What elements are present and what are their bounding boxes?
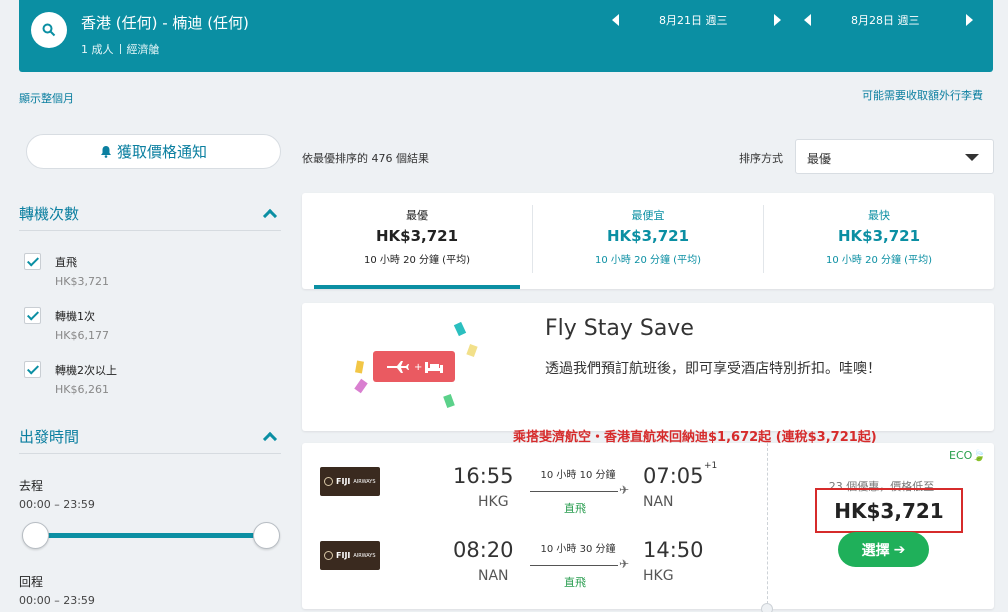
- inbound-stops: 直飛: [564, 576, 586, 589]
- return-next-day-icon[interactable]: [965, 14, 973, 26]
- times-section-title: 出發時間: [19, 428, 80, 446]
- outbound-time-slider-track[interactable]: [35, 533, 267, 538]
- tab-cheapest-price: HK$3,721: [606, 227, 690, 245]
- baggage-fee-link[interactable]: 可能需要收取額外行李費: [862, 87, 983, 103]
- depart-prev-day-icon[interactable]: [612, 14, 619, 26]
- plane-plus-bed-icon: +: [387, 361, 443, 373]
- price-alert-button[interactable]: 獲取價格通知: [26, 134, 281, 169]
- active-tab-indicator: [314, 285, 520, 289]
- cabin-text: 經濟艙: [126, 43, 160, 56]
- return-prev-day-icon[interactable]: [804, 14, 811, 26]
- stops-label-two-plus: 轉機2次以上: [55, 364, 117, 377]
- price-alert-label: 獲取價格通知: [116, 143, 207, 161]
- return-date[interactable]: 8月28日 週三: [851, 12, 920, 28]
- outbound-slider-start-handle[interactable]: [22, 522, 49, 549]
- results-count: 依最優排序的 476 個結果: [302, 152, 429, 165]
- route-text: 香港 (任何) - 楠迪 (任何): [81, 14, 249, 32]
- tab-best-price: HK$3,721: [375, 227, 459, 245]
- outbound-slider-end-handle[interactable]: [253, 522, 280, 549]
- day-offset: +1: [704, 461, 718, 471]
- inbound-arr-airport: HKG: [643, 568, 674, 584]
- flight-result-card[interactable]: FIJI AIRWAYS 16:55 HKG 10 小時 10 分鐘 ✈ 直飛 0…: [302, 443, 994, 609]
- promo-text: 透過我們預訂航班後，即可享受酒店特別折扣。哇噢！: [545, 361, 881, 377]
- return-label: 回程: [19, 575, 44, 589]
- outbound-stops: 直飛: [564, 502, 586, 515]
- stops-checkbox-one[interactable]: [24, 307, 41, 324]
- tab-fastest-duration: 10 小時 20 分鐘 (平均): [826, 255, 932, 266]
- stops-checkbox-direct[interactable]: [24, 253, 41, 270]
- inbound-arr-time: 14:50: [643, 538, 704, 562]
- outbound-arr-time: 07:05: [643, 464, 704, 488]
- search-summary-bar[interactable]: 香港 (任何) - 楠迪 (任何) 1 成人 經濟艙 8月21日 週三 8月28日…: [19, 0, 993, 72]
- tab-best-duration: 10 小時 20 分鐘 (平均): [364, 255, 470, 266]
- tab-fastest-title: 最快: [868, 209, 890, 222]
- flight-price: HK$3,721: [815, 488, 963, 533]
- passengers-text: 1 成人: [81, 43, 114, 56]
- stops-price-one: HK$6,177: [55, 329, 109, 342]
- outbound-duration: 10 小時 10 分鐘: [540, 470, 616, 481]
- sort-tabs: 最優 HK$3,721 10 小時 20 分鐘 (平均) 最便宜 HK$3,72…: [302, 193, 994, 289]
- tab-cheapest-duration: 10 小時 20 分鐘 (平均): [595, 255, 701, 266]
- tab-best[interactable]: 最優 HK$3,721 10 小時 20 分鐘 (平均): [302, 193, 532, 289]
- stops-price-two-plus: HK$6,261: [55, 383, 109, 396]
- stops-section-title: 轉機次數: [19, 205, 80, 223]
- bell-icon: [100, 146, 111, 158]
- inbound-duration: 10 小時 30 分鐘: [540, 544, 616, 555]
- stops-label-direct: 直飛: [55, 256, 77, 269]
- sort-label: 排序方式: [739, 152, 783, 165]
- arrow-right-icon: ➔: [893, 541, 906, 558]
- show-whole-month-link[interactable]: 顯示整個月: [19, 90, 74, 106]
- promo-title: Fly Stay Save: [545, 316, 694, 341]
- caret-down-icon: [965, 154, 979, 161]
- inbound-dep-time: 08:20: [453, 538, 514, 562]
- tab-cheapest[interactable]: 最便宜 HK$3,721 10 小時 20 分鐘 (平均): [533, 193, 763, 289]
- depart-date[interactable]: 8月21日 週三: [659, 12, 728, 28]
- times-collapse-chevron-up-icon[interactable]: [262, 431, 278, 447]
- tab-best-title: 最優: [406, 209, 428, 222]
- outbound-label: 去程: [19, 479, 44, 493]
- outbound-arr-airport: NAN: [643, 494, 674, 510]
- inbound-dep-airport: NAN: [478, 568, 509, 584]
- passenger-cabin-info: 1 成人 經濟艙: [81, 41, 160, 57]
- stops-collapse-chevron-up-icon[interactable]: [262, 208, 278, 224]
- plane-icon: ✈: [619, 557, 630, 571]
- depart-next-day-icon[interactable]: [773, 14, 781, 26]
- sort-value: 最優: [807, 152, 832, 166]
- select-label: 選擇: [861, 542, 890, 559]
- search-icon: [42, 23, 56, 37]
- plane-icon: ✈: [619, 483, 630, 497]
- flight-plus-hotel-badge: +: [373, 351, 455, 382]
- stops-price-direct: HK$3,721: [55, 275, 109, 288]
- tab-cheapest-title: 最便宜: [631, 209, 665, 222]
- stops-checkbox-two-plus[interactable]: [24, 361, 41, 378]
- outbound-dep-airport: HKG: [478, 494, 509, 510]
- stops-label-one: 轉機1次: [55, 310, 95, 323]
- return-range: 00:00 – 23:59: [19, 594, 95, 607]
- fly-stay-save-banner[interactable]: + Fly Stay Save 透過我們預訂航班後，即可享受酒店特別折扣。哇噢！: [302, 303, 994, 431]
- tab-fastest[interactable]: 最快 HK$3,721 10 小時 20 分鐘 (平均): [764, 193, 994, 289]
- search-button[interactable]: [31, 12, 67, 48]
- svg-text:+: +: [414, 362, 422, 373]
- airline-logo-inbound: FIJI AIRWAYS: [320, 541, 380, 570]
- select-flight-button[interactable]: 選擇 ➔: [838, 532, 929, 567]
- sort-dropdown[interactable]: 最優: [795, 139, 994, 174]
- outbound-range: 00:00 – 23:59: [19, 498, 95, 511]
- tab-fastest-price: HK$3,721: [837, 227, 921, 245]
- outbound-dep-time: 16:55: [453, 464, 514, 488]
- airline-logo-outbound: FIJI AIRWAYS: [320, 467, 380, 496]
- leaf-icon: 🍃: [972, 449, 986, 462]
- eco-badge: ECO🍃: [949, 449, 986, 462]
